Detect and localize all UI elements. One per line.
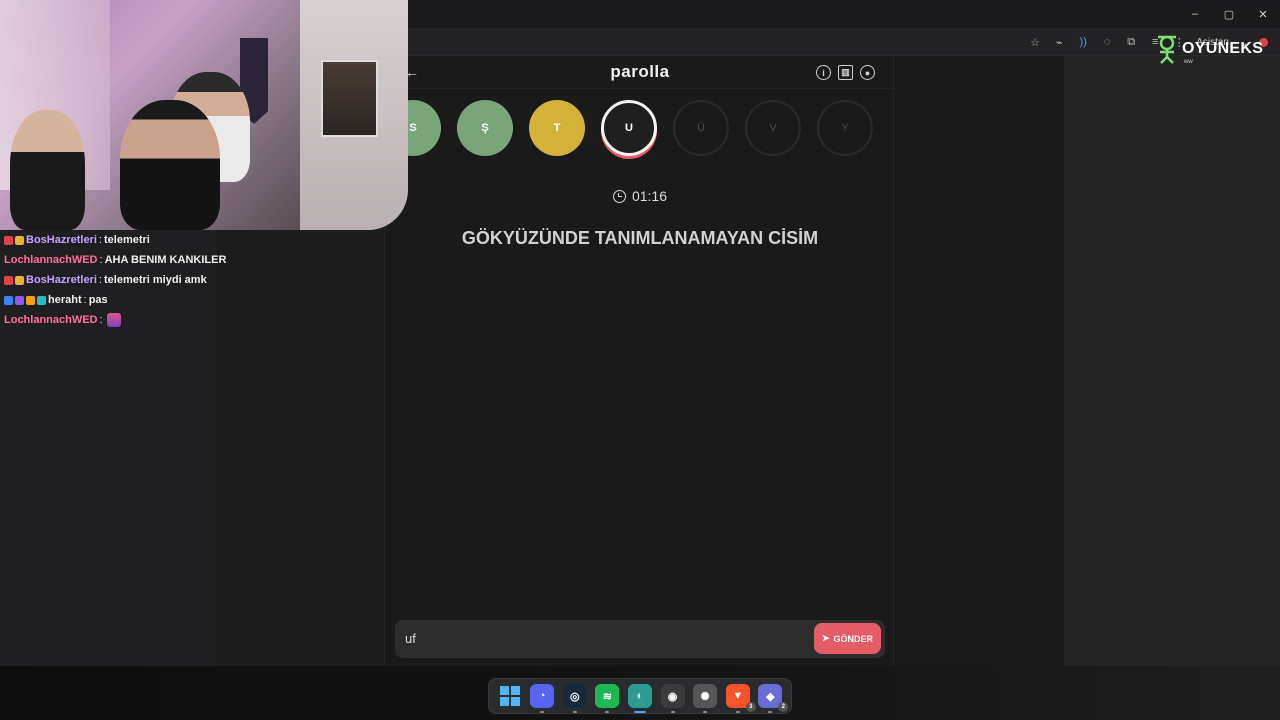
taskbar-obs-icon[interactable]: ◉ xyxy=(660,684,685,713)
chat-badge-icon xyxy=(4,235,13,245)
timer: 01:16 xyxy=(385,188,895,204)
chat-separator: : xyxy=(99,254,103,266)
taskbar-browser-active-icon[interactable]: ◐ xyxy=(627,684,652,713)
extension-icon[interactable]: ◌ xyxy=(1098,33,1116,51)
chat-message: LochlannachWED: xyxy=(0,310,216,330)
chat-username[interactable]: BosHazretleri xyxy=(26,234,97,246)
stream-chat: BosHazretleri: telemetri LochlannachWED: AH… xyxy=(0,230,226,666)
timer-value: 01:16 xyxy=(631,188,668,204)
logo-text: OYUNEKS xyxy=(1182,40,1264,57)
taskbar-app-glyph: ◆ xyxy=(766,690,775,703)
letter-circle-3: T xyxy=(529,100,585,156)
taskbar-app-glyph: ◐ xyxy=(636,690,644,702)
webcam-person xyxy=(10,110,85,230)
header-divider xyxy=(385,88,895,89)
chat-message: BosHazretleri: telemetri miydi amk xyxy=(0,270,216,290)
taskbar-window-count: 2 xyxy=(778,702,789,712)
chat-emote-icon xyxy=(106,313,121,327)
chat-message: heraht: pas xyxy=(0,290,216,310)
send-button[interactable]: ➤ GÖNDER xyxy=(814,623,881,654)
chat-separator: : xyxy=(98,274,102,286)
logo-subtext: ww xyxy=(1184,59,1193,65)
chat-message: BosHazretleri: telemetri xyxy=(0,230,216,250)
taskbar: ◔ ◎ ≋ ◐ ◉ ✺ ▼ 3 ◆ 2 xyxy=(488,678,792,714)
screen: – ▢ ✕ ☆ ⌁ )) ◌ ⧉ ≡ ⋮ Asistan ⌄ ← parolla… xyxy=(0,0,1280,720)
taskbar-launcher-icon[interactable]: ◆ 2 xyxy=(758,684,789,713)
letter-circle-4: U xyxy=(601,100,657,156)
logo-mascot-icon xyxy=(1158,35,1176,64)
chat-username[interactable]: BosHazretleri xyxy=(26,274,97,286)
send-arrow-icon: ➤ xyxy=(821,633,830,643)
taskbar-app-glyph: ▼ xyxy=(732,690,744,702)
taskbar-app-glyph: ◔ xyxy=(538,690,546,702)
taskbar-app-glyph: ✺ xyxy=(700,690,710,703)
letter-circle-2: Ş xyxy=(457,100,513,156)
puzzle-icon[interactable]: ⧉ xyxy=(1122,33,1140,51)
chat-username[interactable]: LochlannachWED xyxy=(4,254,98,266)
page-content: ← parolla i ▥ ● SŞTUÜVY 01:16 GÖKYÜZÜNDE… xyxy=(384,56,1064,684)
letter-row: SŞTUÜVY xyxy=(385,100,895,164)
stats-icon[interactable]: ▥ xyxy=(838,65,853,80)
chat-separator: : xyxy=(99,314,103,326)
taskbar-app-glyph: ◎ xyxy=(569,690,580,703)
bookmark-star-icon[interactable]: ☆ xyxy=(1026,33,1044,51)
chat-username[interactable]: heraht xyxy=(48,294,82,306)
chat-badge-icon xyxy=(37,295,46,305)
window-controls: – ▢ ✕ xyxy=(1178,0,1280,28)
taskbar-app-glyph: ◉ xyxy=(667,690,678,703)
chat-badge-icon xyxy=(4,295,13,305)
taskbar-spotify-icon[interactable]: ≋ xyxy=(595,684,620,713)
taskbar-app-glyph: ≋ xyxy=(602,690,612,703)
info-icon[interactable]: i xyxy=(816,65,831,80)
taskbar-discord-icon[interactable]: ◔ xyxy=(530,684,555,713)
maximize-button[interactable]: ▢ xyxy=(1212,0,1246,28)
page-right-panel xyxy=(1064,56,1280,666)
minimize-button[interactable]: – xyxy=(1178,0,1212,28)
answer-input[interactable] xyxy=(405,631,785,646)
profile-icon[interactable]: ● xyxy=(860,65,875,80)
link-icon[interactable]: ⌁ xyxy=(1050,33,1068,51)
read-aloud-icon[interactable]: )) xyxy=(1074,33,1092,51)
oyuneks-logo: OYUNEKS ww xyxy=(1154,34,1264,65)
letter-circle-6: V xyxy=(745,100,801,156)
chat-separator: : xyxy=(83,294,87,306)
header-icons: i ▥ ● xyxy=(816,65,875,80)
taskbar-window-count: 3 xyxy=(745,702,756,712)
parolla-game: ← parolla i ▥ ● SŞTUÜVY 01:16 GÖKYÜZÜNDE… xyxy=(384,56,895,666)
chat-separator: : xyxy=(98,234,102,246)
taskbar-brave-icon[interactable]: ▼ 3 xyxy=(725,684,756,713)
chat-message-text: telemetri xyxy=(103,234,150,246)
letter-circle-7: Y xyxy=(817,100,873,156)
webcam-overlay xyxy=(0,0,408,230)
letter-circle-5: Ü xyxy=(673,100,729,156)
chat-username[interactable]: LochlannachWED xyxy=(4,314,98,326)
chat-badge-icon xyxy=(4,275,13,285)
chat-message-text: pas xyxy=(88,294,108,306)
close-button[interactable]: ✕ xyxy=(1246,0,1280,28)
taskbar-start-icon[interactable] xyxy=(498,684,522,708)
chat-message: LochlannachWED: AHA BENIM KANKILER xyxy=(0,250,226,270)
webcam-person xyxy=(120,100,220,230)
answer-bar: ➤ GÖNDER xyxy=(395,620,885,658)
chat-badge-icon xyxy=(15,275,24,285)
clock-icon xyxy=(612,189,626,203)
chat-message-text: AHA BENIM KANKILER xyxy=(104,254,227,266)
chat-message-text: telemetri miydi amk xyxy=(103,274,207,286)
question-text: GÖKYÜZÜNDE TANIMLANAMAYAN CİSİM xyxy=(461,228,819,248)
chat-badge-icon xyxy=(15,295,24,305)
send-label: GÖNDER xyxy=(833,633,874,644)
taskbar-steelseries-icon[interactable]: ✺ xyxy=(693,684,718,713)
taskbar-steam-icon[interactable]: ◎ xyxy=(562,684,587,713)
chat-badge-icon xyxy=(26,295,35,305)
chat-badge-icon xyxy=(15,235,24,245)
webcam-poster xyxy=(321,60,378,137)
